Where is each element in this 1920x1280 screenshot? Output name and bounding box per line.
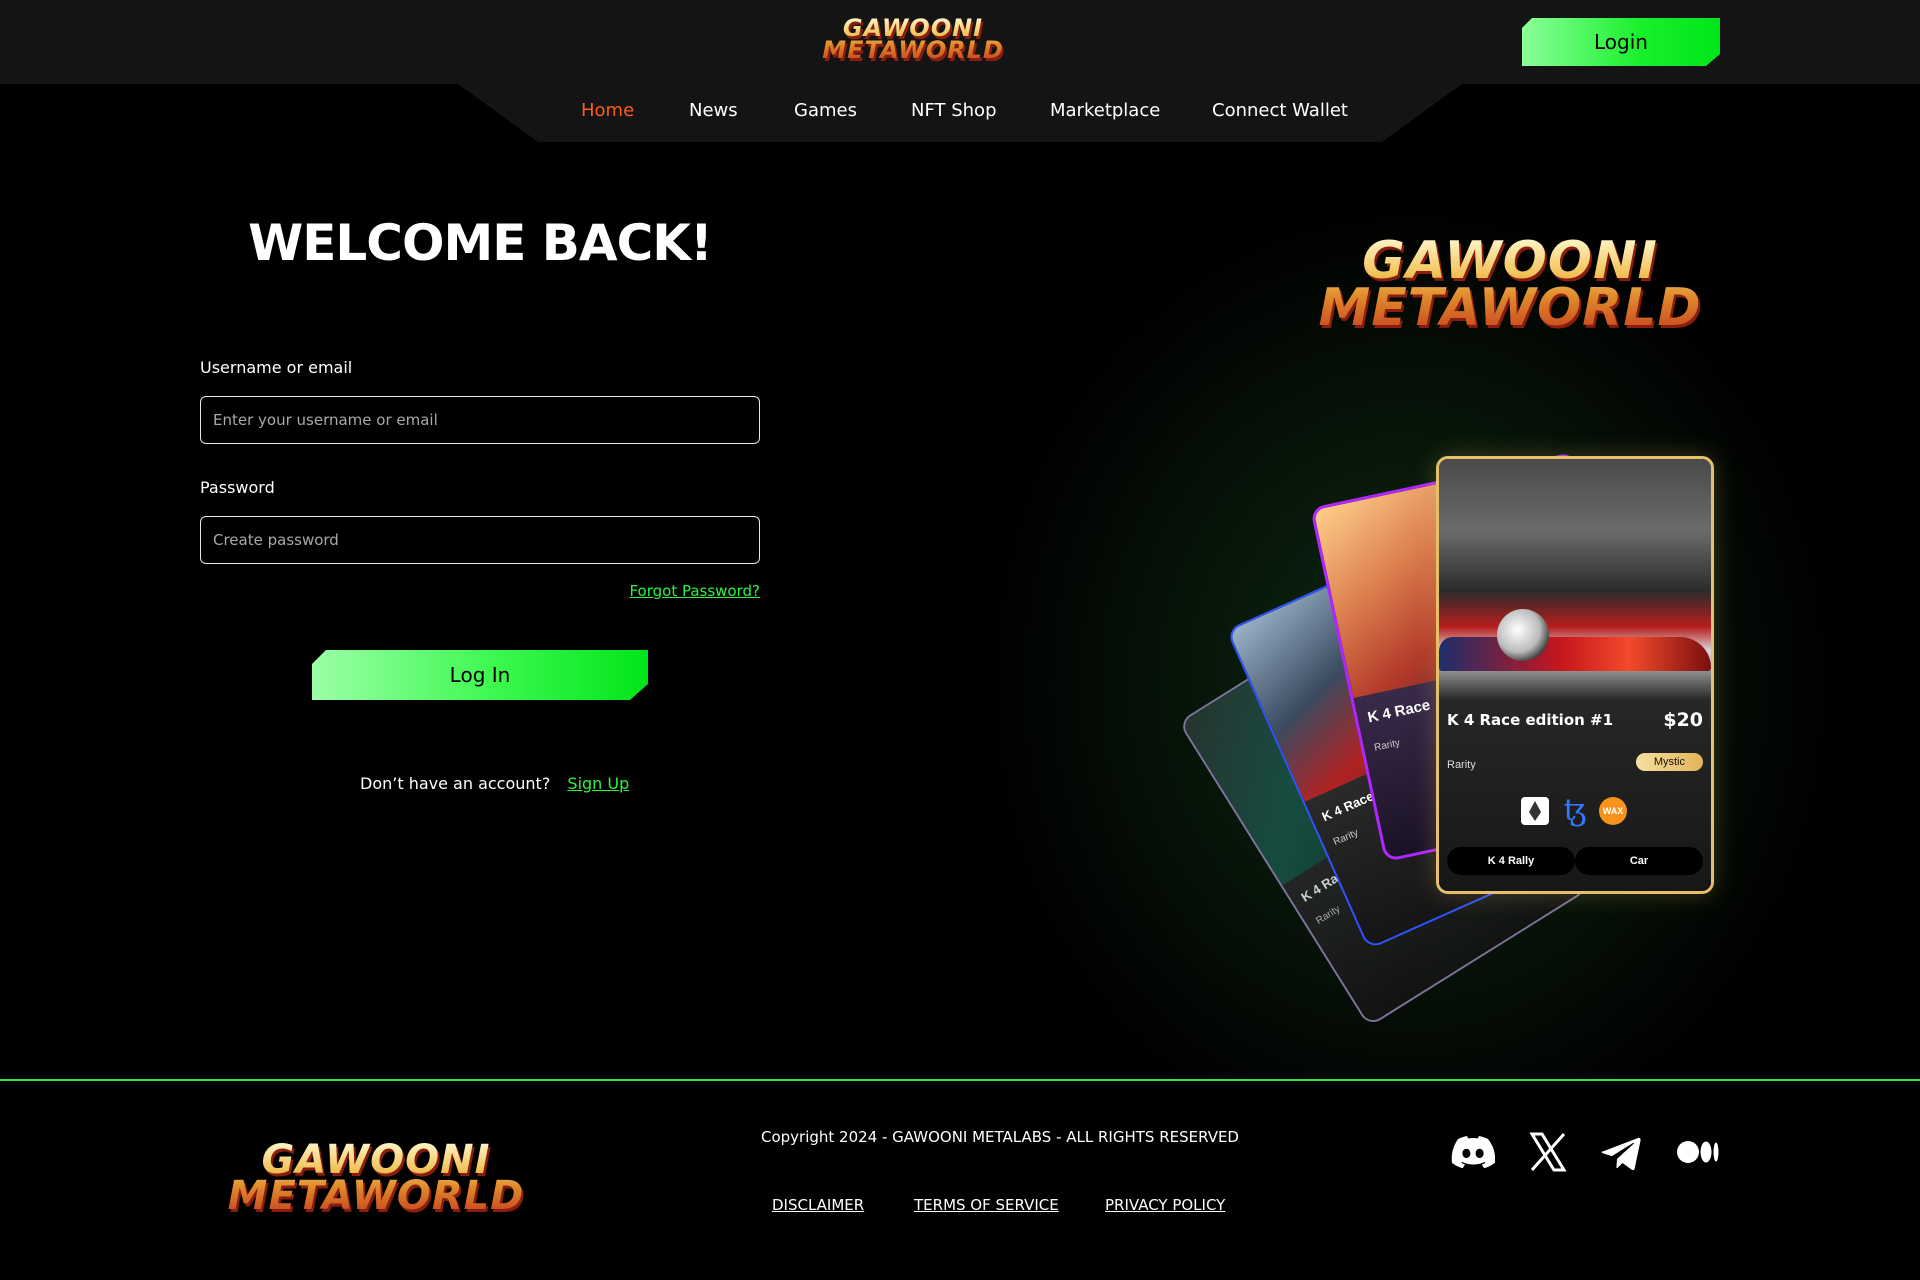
main-nav: Home News Games NFT Shop Marketplace Con… [0, 100, 1920, 130]
header-logo[interactable]: GAWOONI METAWORLD [808, 18, 1018, 61]
discord-icon[interactable] [1451, 1132, 1496, 1172]
nav-item-home[interactable]: Home [581, 100, 634, 121]
nft-card-featured[interactable]: K 4 Race edition #1 $20 Rarity Mystic ꜩ … [1436, 456, 1714, 894]
log-in-button[interactable]: Log In [312, 650, 648, 700]
forgot-password-link[interactable]: Forgot Password? [560, 582, 760, 600]
logo-line-2: METAWORLD [822, 35, 1004, 64]
nav-item-marketplace[interactable]: Marketplace [1050, 100, 1160, 121]
page-title: WELCOME BACK! [248, 214, 713, 272]
nft-card-rarity: Rarity [1314, 903, 1343, 928]
footer-divider [0, 1079, 1920, 1081]
sign-up-link[interactable]: Sign Up [567, 774, 629, 793]
hero-logo: GAWOONI METAWORLD [1300, 238, 1720, 332]
password-input[interactable] [200, 516, 760, 564]
helmet-graphic [1497, 609, 1549, 661]
signup-row: Don’t have an account? Sign Up [360, 774, 629, 793]
nft-card-image [1439, 459, 1711, 699]
copyright-text: Copyright 2024 - GAWOONI METALABS - ALL … [761, 1128, 1239, 1146]
footer-link-terms[interactable]: TERMS OF SERVICE [914, 1196, 1059, 1214]
x-icon[interactable] [1526, 1132, 1570, 1172]
nav-item-news[interactable]: News [689, 100, 738, 121]
telegram-icon[interactable] [1600, 1132, 1644, 1172]
race-car-graphic [1439, 637, 1711, 671]
password-label: Password [200, 478, 275, 497]
username-input[interactable] [200, 396, 760, 444]
nft-card-rarity: Rarity [1331, 827, 1361, 848]
nft-card-title: K 4 Race [1366, 696, 1432, 727]
login-button[interactable]: Login [1522, 18, 1720, 66]
footer-link-disclaimer[interactable]: DISCLAIMER [772, 1196, 864, 1214]
nav-item-games[interactable]: Games [794, 100, 857, 121]
username-label: Username or email [200, 358, 353, 377]
nft-card-rarity-label: Rarity [1447, 759, 1476, 771]
footer-logo[interactable]: GAWOONI METAWORLD [206, 1142, 546, 1214]
tag-chip-type[interactable]: Car [1575, 847, 1703, 875]
ethereum-icon [1521, 797, 1549, 825]
hero-logo-line-2: METAWORLD [1318, 277, 1702, 338]
footer-logo-line-2: METAWORLD [227, 1173, 525, 1219]
medium-icon[interactable] [1676, 1132, 1720, 1172]
wax-icon: WAX [1599, 797, 1627, 825]
nft-card-panel: K 4 Race edition #1 $20 Rarity Mystic ꜩ … [1439, 699, 1711, 891]
nft-card-price: $20 [1663, 709, 1703, 731]
nav-item-nft-shop[interactable]: NFT Shop [911, 100, 997, 121]
tag-chip-series[interactable]: K 4 Rally [1447, 847, 1575, 875]
nft-card-rarity: Rarity [1373, 737, 1402, 754]
footer-link-privacy[interactable]: PRIVACY POLICY [1105, 1196, 1225, 1214]
nav-item-connect-wallet[interactable]: Connect Wallet [1212, 100, 1348, 121]
nft-card-title: K 4 Race edition #1 [1447, 711, 1614, 729]
tezos-icon: ꜩ [1563, 793, 1587, 828]
signup-prompt: Don’t have an account? [360, 774, 551, 793]
rarity-badge: Mystic [1635, 753, 1703, 771]
